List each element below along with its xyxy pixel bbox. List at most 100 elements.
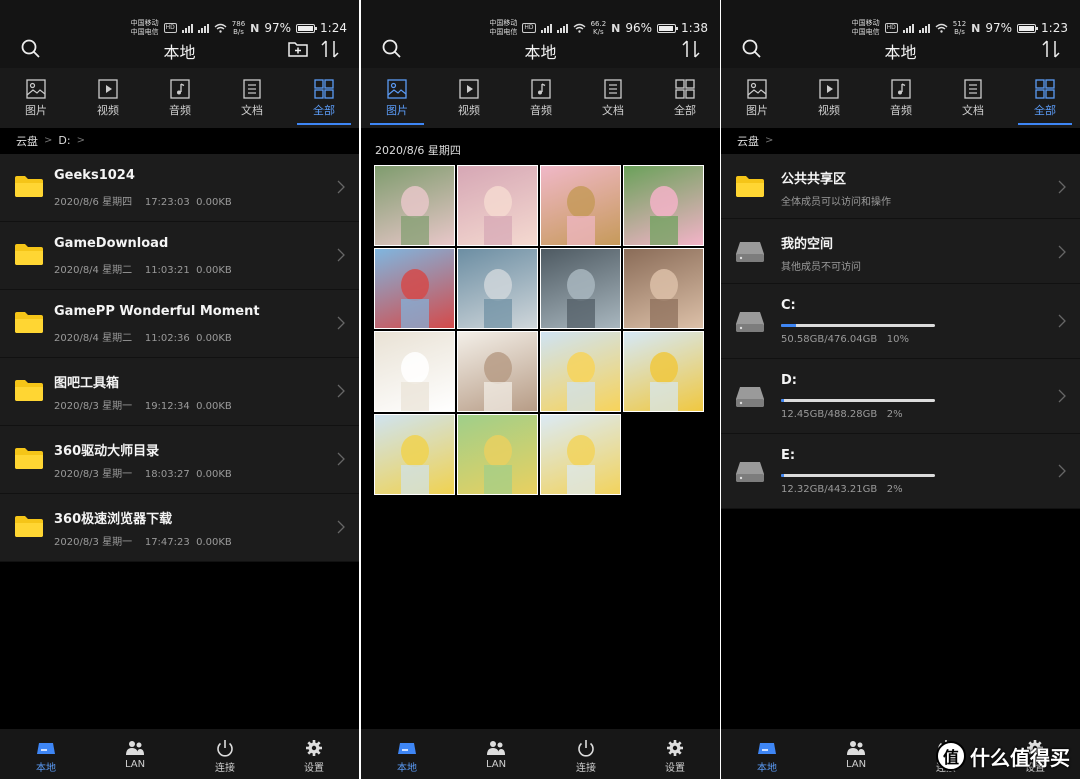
photo-thumbnail[interactable] [540, 165, 621, 246]
page-title: 本地 [524, 43, 557, 62]
tab-images[interactable]: 图片 [11, 68, 61, 128]
nav-lan[interactable]: LAN [466, 729, 526, 779]
hard-drive-icon [735, 239, 765, 263]
nav-local[interactable]: 本地 [16, 729, 76, 779]
folder-row[interactable]: 图吧工具箱 2020/8/3 星期一 19:12:34 0.00KB [0, 358, 359, 426]
status-bar: 中国移动 中国电信 HD 512 B/s N 97% 1:23 [852, 17, 1068, 39]
folder-row[interactable]: Geeks1024 2020/8/6 星期四 17:23:03 0.00KB [0, 154, 359, 222]
photo-thumbnail[interactable] [623, 331, 704, 412]
folder-name: 图吧工具箱 [54, 376, 120, 391]
sort-icon[interactable] [680, 38, 702, 60]
nav-label: 设置 [304, 763, 324, 774]
nav-connect[interactable]: 连接 [195, 729, 255, 779]
tab-documents[interactable]: 文档 [227, 68, 277, 128]
drive-row[interactable]: D: 12.45GB/488.28GB 2% [721, 359, 1080, 434]
folder-meta: 2020/8/4 星期二 11:03:21 0.00KB [54, 261, 232, 276]
drive-row[interactable]: E: 12.32GB/443.21GB 2% [721, 434, 1080, 509]
folder-weekday: 星期一 [102, 401, 133, 412]
folder-row[interactable]: 360驱动大师目录 2020/8/3 星期一 18:03:27 0.00KB [0, 426, 359, 494]
drive-percent: 2% [886, 484, 903, 495]
carrier-2: 中国电信 [851, 28, 880, 36]
network-speed: 786 B/s [231, 20, 246, 36]
top-bar: 中国移动 中国电信 HD 66.2 K/s N 96% 1:38 本地 [361, 0, 720, 68]
tab-all[interactable]: 全部 [660, 68, 710, 128]
document-icon [964, 79, 982, 99]
photo-thumbnail[interactable] [457, 165, 538, 246]
wifi-icon [214, 23, 227, 33]
usage-bar [781, 399, 935, 402]
shared-folder-row[interactable]: 公共共享区 全体成员可以访问和操作 [721, 154, 1080, 219]
folder-date: 2020/8/3 [54, 469, 99, 480]
sort-icon[interactable] [1040, 38, 1062, 60]
photo-thumbnail[interactable] [457, 331, 538, 412]
nav-settings[interactable]: 设置 [284, 729, 344, 779]
tab-videos[interactable]: 视频 [444, 68, 494, 128]
nav-lan[interactable]: LAN [105, 729, 165, 779]
drive-percent: 10% [886, 334, 909, 345]
tab-all[interactable]: 全部 [1018, 68, 1072, 128]
folder-size: 0.00KB [196, 265, 232, 276]
folder-row[interactable]: GamePP Wonderful Moment 2020/8/4 星期二 11:0… [0, 290, 359, 358]
image-icon [747, 79, 767, 99]
drive-subtitle: 其他成员不可访问 [781, 262, 861, 273]
photo-thumbnail[interactable] [623, 248, 704, 329]
tab-images[interactable]: 图片 [370, 68, 424, 128]
tab-videos[interactable]: 视频 [83, 68, 133, 128]
chevron-right-icon [1058, 464, 1066, 478]
tab-documents[interactable]: 文档 [948, 68, 998, 128]
photo-thumbnail[interactable] [540, 248, 621, 329]
tab-videos[interactable]: 视频 [804, 68, 854, 128]
carrier-1: 中国移动 [851, 19, 880, 27]
drive-capacity: 50.58GB/476.04GB [781, 334, 878, 345]
folder-row[interactable]: 360极速浏览器下载 2020/8/3 星期一 17:47:23 0.00KB [0, 494, 359, 562]
folder-meta: 2020/8/6 星期四 17:23:03 0.00KB [54, 193, 232, 208]
new-folder-icon[interactable] [287, 38, 309, 60]
local-storage-icon [398, 743, 416, 754]
nav-local[interactable]: 本地 [377, 729, 437, 779]
screen-cloud-drives: 中国移动 中国电信 HD 512 B/s N 97% 1:23 本地 图片 视频 [721, 0, 1080, 779]
breadcrumb: 云盘 > [721, 128, 1080, 153]
folder-date: 2020/8/3 [54, 537, 99, 548]
breadcrumb-item[interactable]: 云盘 [737, 133, 759, 149]
tab-audio[interactable]: 音频 [516, 68, 566, 128]
tab-all[interactable]: 全部 [297, 68, 351, 128]
nav-settings[interactable]: 设置 [645, 729, 705, 779]
photo-thumbnail[interactable] [540, 414, 621, 495]
photo-thumbnail[interactable] [374, 165, 455, 246]
tab-images[interactable]: 图片 [732, 68, 782, 128]
tab-documents[interactable]: 文档 [588, 68, 638, 128]
search-icon[interactable] [741, 38, 763, 60]
sort-icon[interactable] [319, 38, 341, 60]
date-group-header: 2020/8/6 星期四 [375, 144, 461, 157]
drive-row[interactable]: C: 50.58GB/476.04GB 10% [721, 284, 1080, 359]
drive-row[interactable]: 我的空间 其他成员不可访问 [721, 219, 1080, 284]
network-speed: 66.2 K/s [590, 20, 607, 36]
tab-label: 视频 [458, 104, 480, 117]
photo-thumbnail[interactable] [374, 331, 455, 412]
top-bar: 中国移动 中国电信 HD 512 B/s N 97% 1:23 本地 [721, 0, 1080, 68]
nav-lan[interactable]: LAN [826, 729, 886, 779]
search-icon[interactable] [381, 38, 403, 60]
drive-usage: 50.58GB/476.04GB 10% [781, 334, 909, 345]
breadcrumb-item[interactable]: 云盘 [16, 133, 38, 149]
search-icon[interactable] [20, 38, 42, 60]
audio-icon [891, 79, 911, 99]
photo-thumbnail[interactable] [623, 165, 704, 246]
photo-thumbnail[interactable] [540, 331, 621, 412]
nav-connect[interactable]: 连接 [556, 729, 616, 779]
chevron-right-icon: > [44, 135, 53, 146]
photo-thumbnail[interactable] [457, 414, 538, 495]
folder-row[interactable]: GameDownload 2020/8/4 星期二 11:03:21 0.00KB [0, 222, 359, 290]
carrier-1: 中国移动 [130, 19, 159, 27]
chevron-right-icon [337, 452, 345, 466]
folder-name: GameDownload [54, 236, 169, 251]
photo-thumbnail[interactable] [374, 414, 455, 495]
tab-audio[interactable]: 音频 [876, 68, 926, 128]
status-bar: 中国移动 中国电信 HD 786 B/s N 97% 1:24 [131, 17, 347, 39]
photo-thumbnail[interactable] [457, 248, 538, 329]
tab-audio[interactable]: 音频 [155, 68, 205, 128]
photo-thumbnail[interactable] [374, 248, 455, 329]
image-icon [387, 79, 407, 99]
breadcrumb-item[interactable]: D: [58, 134, 70, 147]
nav-local[interactable]: 本地 [737, 729, 797, 779]
